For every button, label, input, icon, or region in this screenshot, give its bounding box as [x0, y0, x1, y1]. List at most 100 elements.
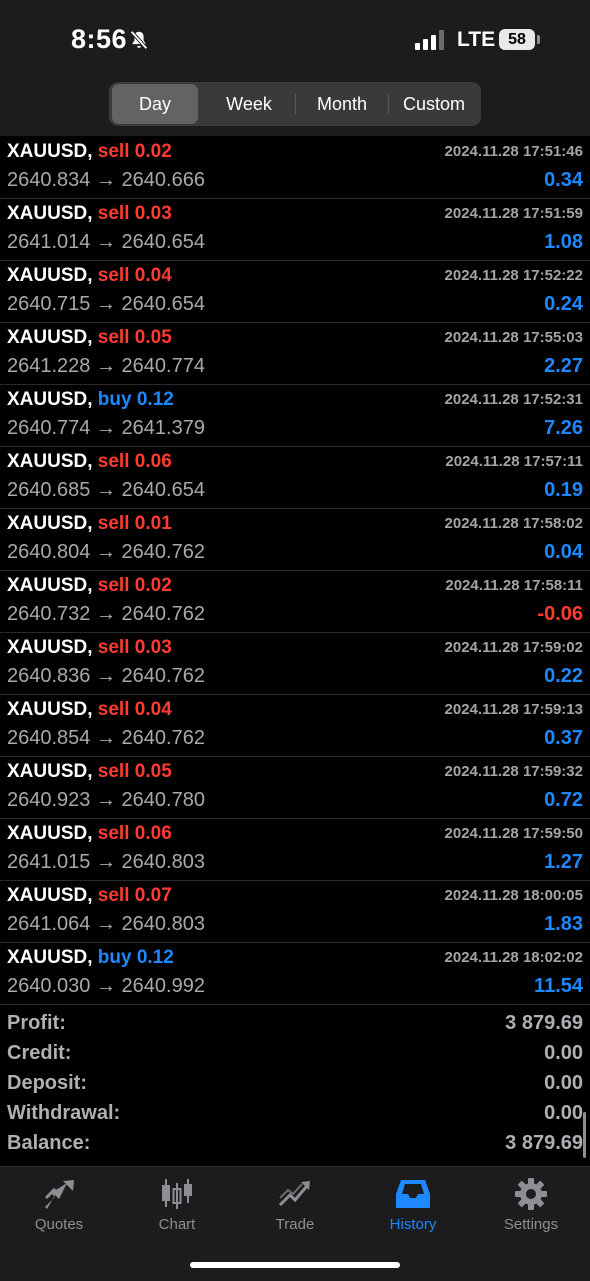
deal-side: sell 0.06 [97, 823, 172, 844]
scrollbar[interactable] [583, 1112, 586, 1158]
summary-value: 0.00 [544, 1042, 583, 1064]
deal-datetime: 2024.11.28 17:59:50 [444, 825, 583, 842]
summary-deposit: Deposit: 0.00 [0, 1070, 590, 1100]
deal-side: buy 0.12 [97, 389, 174, 410]
summary-label: Deposit: [7, 1072, 87, 1094]
summary-value: 3 879.69 [505, 1012, 583, 1034]
summary-label: Withdrawal: [7, 1102, 121, 1124]
deal-profit: 2.27 [544, 355, 583, 377]
deal-prices: 2640.715 → 2640.654 [7, 293, 205, 315]
deal-title: XAUUSD, sell 0.04 [7, 265, 172, 287]
home-indicator[interactable] [190, 1262, 400, 1268]
battery-tip [537, 35, 540, 44]
tab-day[interactable]: Day [112, 84, 198, 124]
deal-side: sell 0.05 [97, 327, 172, 348]
deal-datetime: 2024.11.28 17:52:22 [444, 267, 583, 284]
deal-row[interactable]: XAUUSD, sell 0.03 2024.11.28 17:59:02 26… [0, 633, 590, 695]
deal-title: XAUUSD, sell 0.05 [7, 327, 172, 349]
deal-prices: 2640.836 → 2640.762 [7, 665, 205, 687]
deal-title: XAUUSD, sell 0.03 [7, 637, 172, 659]
deal-prices: 2641.014 → 2640.654 [7, 231, 205, 253]
deal-side: sell 0.02 [97, 575, 172, 596]
deal-symbol: XAUUSD, [7, 699, 93, 720]
deal-symbol: XAUUSD, [7, 451, 93, 472]
settings-icon [515, 1178, 547, 1210]
tab-settings[interactable]: Settings [472, 1167, 590, 1237]
deal-profit: 1.08 [544, 231, 583, 253]
deal-title: XAUUSD, sell 0.03 [7, 203, 172, 225]
deal-datetime: 2024.11.28 17:52:31 [444, 391, 583, 408]
deal-symbol: XAUUSD, [7, 389, 93, 410]
tab-quotes[interactable]: Quotes [0, 1167, 118, 1237]
deal-row[interactable]: XAUUSD, sell 0.06 2024.11.28 17:59:50 26… [0, 819, 590, 881]
deal-prices: 2640.732 → 2640.762 [7, 603, 205, 625]
summary-value: 0.00 [544, 1072, 583, 1094]
deal-profit: 11.54 [534, 975, 583, 997]
deal-side: buy 0.12 [97, 947, 174, 968]
deal-row[interactable]: XAUUSD, buy 0.12 2024.11.28 17:52:31 264… [0, 385, 590, 447]
deal-title: XAUUSD, sell 0.05 [7, 761, 172, 783]
deal-symbol: XAUUSD, [7, 575, 93, 596]
deal-profit: 0.34 [544, 169, 583, 191]
deal-symbol: XAUUSD, [7, 637, 93, 658]
deal-prices: 2640.834 → 2640.666 [7, 169, 205, 191]
bell-slash-icon [130, 30, 148, 50]
deal-row[interactable]: XAUUSD, sell 0.04 2024.11.28 17:52:22 26… [0, 261, 590, 323]
deal-row[interactable]: XAUUSD, sell 0.05 2024.11.28 17:59:32 26… [0, 757, 590, 819]
deal-symbol: XAUUSD, [7, 327, 93, 348]
tab-label: Quotes [34, 1216, 84, 1233]
tab-chart[interactable]: Chart [118, 1167, 236, 1237]
deal-title: XAUUSD, buy 0.12 [7, 389, 174, 411]
summary-value: 0.00 [544, 1102, 583, 1124]
deal-prices: 2640.030 → 2640.992 [7, 975, 205, 997]
summary-label: Balance: [7, 1132, 91, 1154]
tab-custom[interactable]: Custom [389, 84, 479, 124]
deal-profit: 0.37 [544, 727, 583, 749]
battery-icon: 58 [499, 29, 535, 50]
summary-label: Credit: [7, 1042, 72, 1064]
summary-value: 3 879.69 [505, 1132, 583, 1154]
tab-history[interactable]: History [354, 1167, 472, 1237]
status-time: 8:56 [71, 24, 128, 54]
deal-row[interactable]: XAUUSD, sell 0.04 2024.11.28 17:59:13 26… [0, 695, 590, 757]
tab-trade[interactable]: Trade [236, 1167, 354, 1237]
deal-row[interactable]: XAUUSD, sell 0.01 2024.11.28 17:58:02 26… [0, 509, 590, 571]
deal-profit: 0.72 [544, 789, 583, 811]
deal-datetime: 2024.11.28 18:02:02 [444, 949, 583, 966]
period-segmented-control: Day Week Month Custom [109, 82, 481, 126]
deal-row[interactable]: XAUUSD, sell 0.06 2024.11.28 17:57:11 26… [0, 447, 590, 509]
deal-symbol: XAUUSD, [7, 265, 93, 286]
deal-symbol: XAUUSD, [7, 761, 93, 782]
tab-month[interactable]: Month [296, 84, 388, 124]
deal-title: XAUUSD, sell 0.06 [7, 823, 172, 845]
deal-row[interactable]: XAUUSD, sell 0.07 2024.11.28 18:00:05 26… [0, 881, 590, 943]
deal-title: XAUUSD, sell 0.02 [7, 141, 172, 163]
tab-week[interactable]: Week [203, 84, 295, 124]
deal-symbol: XAUUSD, [7, 885, 93, 906]
deal-row[interactable]: XAUUSD, sell 0.02 2024.11.28 17:51:46 26… [0, 137, 590, 199]
deal-row[interactable]: XAUUSD, buy 0.12 2024.11.28 18:02:02 264… [0, 943, 590, 1005]
trade-icon [278, 1181, 310, 1207]
deal-row[interactable]: XAUUSD, sell 0.03 2024.11.28 17:51:59 26… [0, 199, 590, 261]
deal-datetime: 2024.11.28 17:58:11 [445, 577, 583, 594]
deal-title: XAUUSD, sell 0.07 [7, 885, 172, 907]
deal-datetime: 2024.11.28 17:55:03 [444, 329, 583, 346]
deal-datetime: 2024.11.28 17:51:46 [444, 143, 583, 160]
deal-datetime: 2024.11.28 17:59:02 [444, 639, 583, 656]
header: 8:56 LTE 58 Day Week Month Custom [0, 0, 590, 136]
deal-datetime: 2024.11.28 17:58:02 [444, 515, 583, 532]
deal-row[interactable]: XAUUSD, sell 0.05 2024.11.28 17:55:03 26… [0, 323, 590, 385]
quotes-icon [44, 1180, 74, 1209]
deal-profit: 1.83 [544, 913, 583, 935]
deal-profit: 1.27 [544, 851, 583, 873]
deal-side: sell 0.07 [97, 885, 172, 906]
deal-title: XAUUSD, buy 0.12 [7, 947, 174, 969]
deal-prices: 2641.064 → 2640.803 [7, 913, 205, 935]
deal-prices: 2640.804 → 2640.762 [7, 541, 205, 563]
deal-row[interactable]: XAUUSD, sell 0.02 2024.11.28 17:58:11 26… [0, 571, 590, 633]
summary-balance: Balance: 3 879.69 [0, 1130, 590, 1160]
deal-side: sell 0.03 [97, 203, 172, 224]
deal-profit: 7.26 [544, 417, 583, 439]
deal-side: sell 0.04 [97, 699, 172, 720]
deal-profit: 0.24 [544, 293, 583, 315]
